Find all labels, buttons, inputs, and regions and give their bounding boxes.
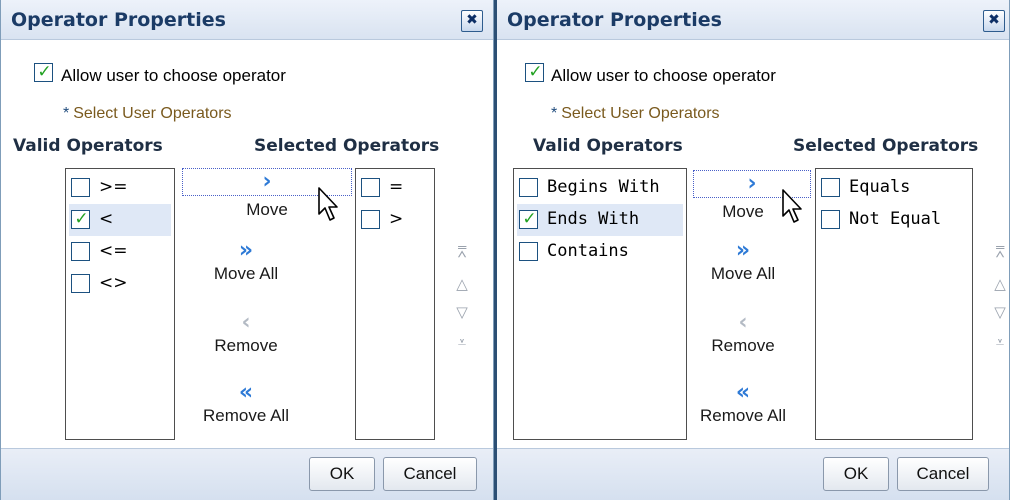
dialog-titlebar: Operator Properties ✖ [1, 0, 493, 40]
ok-button[interactable]: OK [309, 457, 375, 491]
item-label: Not Equal [849, 209, 942, 229]
remove-button[interactable]: ‹ Remove [182, 310, 310, 356]
mouse-cursor-icon [782, 189, 802, 223]
valid-operators-list[interactable]: >= ✓ < <= <> [65, 168, 175, 440]
remove-all-button[interactable]: « Remove All [182, 380, 310, 426]
dialog-footer: OK Cancel [1, 448, 493, 500]
move-all-button[interactable]: » Move All [182, 238, 310, 284]
dialog-footer: OK Cancel [497, 448, 1009, 500]
list-item[interactable]: > [359, 204, 431, 236]
item-checkbox[interactable]: ✓ [71, 209, 90, 229]
move-down-icon[interactable]: ▽ [991, 304, 1009, 320]
item-checkbox[interactable] [71, 178, 90, 197]
move-bottom-icon[interactable]: ⩡ [991, 334, 1009, 350]
remove-label: Remove [214, 336, 278, 355]
remove-all-label: Remove All [203, 406, 289, 425]
checkmark-icon: ✓ [74, 209, 89, 229]
operator-properties-dialog: Operator Properties ✖ ✓ Allow user to ch… [494, 0, 1010, 500]
selected-operators-list[interactable]: = > [355, 168, 435, 440]
item-label: > [389, 209, 404, 229]
ok-button[interactable]: OK [823, 457, 889, 491]
list-item[interactable]: ✓ Ends With [517, 204, 683, 236]
remove-button[interactable]: ‹ Remove [693, 310, 793, 356]
move-all-label: Move All [213, 264, 279, 283]
valid-operators-header: Valid Operators [533, 136, 683, 156]
allow-user-label: Allow user to choose operator [551, 66, 776, 85]
move-all-button[interactable]: » Move All [693, 238, 793, 284]
select-user-operators-label: * Select User Operators [551, 105, 720, 123]
close-icon[interactable]: ✖ [983, 10, 1005, 32]
item-label: Ends With [547, 209, 640, 229]
list-item[interactable]: <> [69, 268, 171, 300]
item-checkbox[interactable] [361, 210, 380, 229]
item-checkbox[interactable] [821, 210, 840, 229]
close-icon[interactable]: ✖ [461, 10, 483, 32]
dialog-title: Operator Properties [11, 9, 226, 31]
list-item[interactable]: >= [69, 172, 171, 204]
allow-user-label: Allow user to choose operator [61, 66, 286, 85]
move-label: Move [722, 202, 764, 221]
valid-operators-header: Valid Operators [13, 136, 163, 156]
item-checkbox[interactable] [821, 178, 840, 197]
select-user-operators-text: Select User Operators [73, 105, 232, 122]
item-checkbox[interactable] [519, 242, 538, 261]
move-all-icon: » [735, 238, 751, 263]
selected-operators-list[interactable]: Equals Not Equal [815, 168, 973, 440]
allow-user-checkbox[interactable]: ✓ [525, 62, 544, 82]
move-up-icon[interactable]: △ [453, 276, 471, 292]
move-up-icon[interactable]: △ [991, 276, 1009, 292]
required-marker: * [63, 105, 70, 122]
checkmark-icon: ✓ [528, 62, 543, 82]
remove-all-icon: « [238, 380, 254, 405]
checkmark-icon: ✓ [522, 209, 537, 229]
select-user-operators-text: Select User Operators [561, 105, 720, 122]
selected-operators-header: Selected Operators [793, 136, 979, 156]
item-label: <= [99, 241, 128, 261]
list-item[interactable]: <= [69, 236, 171, 268]
item-label: < [99, 209, 114, 229]
move-label-wrap[interactable]: Move [693, 202, 793, 222]
dialog-titlebar: Operator Properties ✖ [497, 0, 1009, 40]
item-label: Begins With [547, 177, 660, 197]
item-label: Equals [849, 177, 911, 197]
allow-user-checkbox[interactable]: ✓ [34, 62, 53, 82]
move-top-icon[interactable]: ⩞ [991, 244, 1009, 260]
list-item[interactable]: ✓ < [69, 204, 171, 236]
selected-operators-header: Selected Operators [254, 136, 440, 156]
mouse-cursor-icon [318, 187, 338, 221]
move-down-icon[interactable]: ▽ [453, 304, 471, 320]
required-marker: * [551, 105, 558, 122]
list-item[interactable]: Equals [819, 172, 969, 204]
item-checkbox[interactable] [519, 178, 538, 197]
remove-all-icon: « [735, 380, 751, 405]
move-top-icon[interactable]: ⩞ [453, 244, 471, 260]
remove-all-label: Remove All [700, 406, 786, 425]
move-bottom-icon[interactable]: ⩡ [453, 334, 471, 350]
item-label: Contains [547, 241, 629, 261]
cancel-button[interactable]: Cancel [897, 457, 989, 491]
remove-all-button[interactable]: « Remove All [693, 380, 793, 426]
list-item[interactable]: Contains [517, 236, 683, 268]
item-checkbox[interactable]: ✓ [519, 209, 538, 229]
move-all-label: Move All [710, 264, 776, 283]
select-user-operators-label: * Select User Operators [63, 105, 232, 123]
remove-icon: ‹ [738, 310, 748, 335]
item-label: <> [99, 273, 128, 293]
item-checkbox[interactable] [71, 242, 90, 261]
item-label: = [389, 177, 404, 197]
valid-operators-list[interactable]: Begins With ✓ Ends With Contains [513, 168, 687, 440]
list-item[interactable]: = [359, 172, 431, 204]
operator-properties-dialog: Operator Properties ✖ ✓ Allow user to ch… [0, 0, 494, 500]
move-all-icon: » [238, 238, 254, 263]
item-label: >= [99, 177, 128, 197]
checkmark-icon: ✓ [37, 62, 52, 82]
remove-label: Remove [711, 336, 775, 355]
remove-icon: ‹ [241, 310, 251, 335]
item-checkbox[interactable] [71, 274, 90, 293]
list-item[interactable]: Begins With [517, 172, 683, 204]
cancel-button[interactable]: Cancel [383, 457, 477, 491]
dialog-title: Operator Properties [507, 9, 722, 31]
item-checkbox[interactable] [361, 178, 380, 197]
list-item[interactable]: Not Equal [819, 204, 969, 236]
